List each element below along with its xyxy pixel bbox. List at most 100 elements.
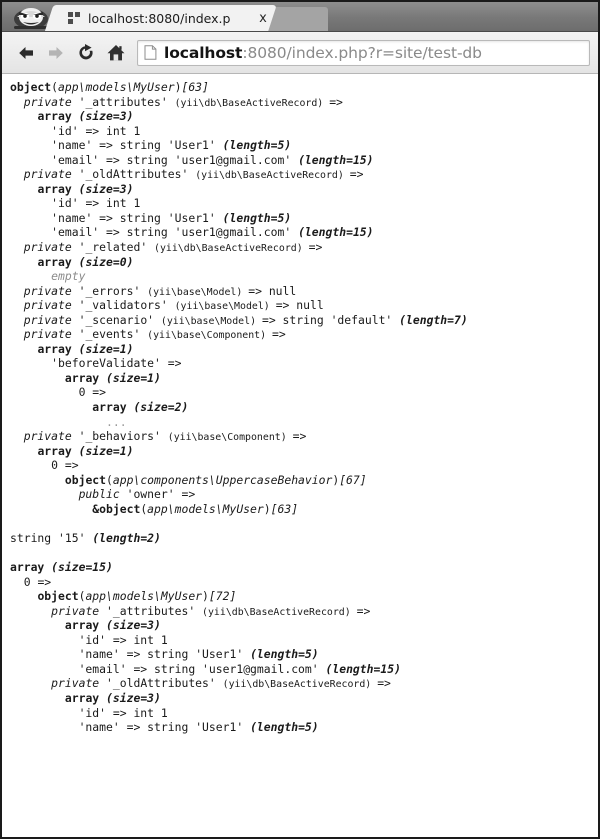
new-tab-button[interactable]: [280, 7, 328, 31]
url-path: :8080/index.php?r=site/test-db: [242, 43, 482, 62]
dump-token: private: [23, 429, 79, 444]
dump-token: string: [154, 661, 203, 676]
dump-token: =>: [85, 123, 107, 138]
dump-line: array (size=3): [10, 618, 598, 633]
dump-token: (length=5): [222, 138, 292, 153]
dump-token: private: [51, 603, 107, 618]
address-bar[interactable]: localhost:8080/index.php?r=site/test-db: [137, 39, 590, 66]
dump-token: array: [64, 690, 107, 705]
dump-token: 1: [133, 196, 141, 211]
dump-token: array: [64, 370, 107, 385]
dump-token: 'email': [51, 152, 107, 167]
dump-token: '_oldAttributes': [78, 167, 196, 182]
dump-token: 'User1': [195, 720, 251, 735]
dump-token: (length=2): [92, 530, 161, 545]
page-document-icon: [144, 45, 157, 60]
dump-line: private '_attributes' (yii\db\BaseActive…: [10, 604, 598, 619]
dump-token: 'user1@gmail.com': [174, 152, 299, 167]
dump-token: int: [133, 705, 161, 720]
dump-line: &object(app\models\MyUser)[63]: [10, 502, 598, 517]
dump-token: 0: [23, 574, 38, 589]
dump-blank-line: [10, 546, 598, 561]
tab-close-icon[interactable]: x: [256, 12, 270, 26]
dump-token: ...: [106, 414, 127, 429]
home-button[interactable]: [101, 38, 131, 68]
dump-token: (yii\db\BaseActiveRecord): [222, 679, 378, 691]
dump-token: app\models\MyUser: [147, 501, 264, 516]
dump-line: ...: [10, 415, 598, 430]
dump-token: private: [23, 298, 79, 313]
dump-token: (yii\base\Model): [147, 286, 249, 298]
dump-line: empty: [10, 269, 598, 284]
dump-token: '_scenario': [78, 312, 161, 327]
dump-token: (yii\base\Component): [167, 432, 293, 444]
dump-token: (length=5): [250, 720, 319, 735]
dump-line: array (size=0): [10, 255, 598, 270]
dump-token: private: [23, 327, 79, 342]
dump-token: private: [23, 240, 79, 255]
dump-token: [67]: [339, 472, 367, 487]
dump-line: object(app\models\MyUser)[63]: [10, 80, 598, 95]
dump-token: array: [92, 400, 134, 415]
page-viewport[interactable]: object(app\models\MyUser)[63] private '_…: [2, 74, 598, 837]
dump-token: private: [23, 283, 79, 298]
browser-window: localhost:8080/index.p x localhost:8080/…: [0, 0, 600, 839]
dump-line: 'id' => int 1: [10, 124, 598, 139]
dump-token: =>: [99, 210, 120, 225]
dump-line: 'name' => string 'User1' (length=5): [10, 211, 598, 226]
dump-token: 0: [51, 458, 65, 473]
dump-token: null: [268, 283, 297, 298]
dump-token: 'User1': [167, 210, 223, 225]
forward-button[interactable]: [41, 38, 71, 68]
dump-token: private: [23, 312, 79, 327]
dump-token: =>: [349, 167, 364, 182]
dump-token: (: [106, 472, 113, 487]
dump-token: null: [296, 298, 324, 313]
dump-token: (length=5): [250, 647, 319, 662]
dump-line: private '_related' (yii\db\BaseActiveRec…: [10, 240, 598, 255]
dump-token: array: [37, 109, 79, 124]
dump-token: [63]: [181, 80, 209, 94]
dump-line: 'id' => int 1: [10, 196, 598, 211]
browser-tab-active[interactable]: localhost:8080/index.p x: [58, 5, 276, 31]
dump-token: string: [119, 138, 168, 153]
dump-token: string: [10, 530, 59, 545]
dump-line: 'email' => string 'user1@gmail.com' (len…: [10, 153, 598, 168]
dump-token: =>: [275, 298, 297, 313]
dump-token: int: [106, 123, 134, 138]
dump-line: array (size=1): [10, 371, 598, 386]
reload-button[interactable]: [71, 38, 101, 68]
dump-token: (yii\base\Model): [174, 301, 276, 313]
dump-token: ): [202, 589, 209, 604]
dump-token: =>: [106, 152, 127, 167]
dump-token: app\components\UppercaseBehavior: [112, 472, 333, 487]
dump-token: '_attributes': [78, 94, 175, 109]
dump-token: app\models\MyUser: [58, 80, 175, 94]
tab-strip: localhost:8080/index.p x: [2, 2, 598, 32]
dump-token: =>: [126, 720, 148, 735]
dump-line: array (size=1): [10, 444, 598, 459]
dump-token: array: [37, 181, 79, 196]
dump-token: (size=1): [106, 370, 161, 385]
dump-token: 'name': [51, 210, 100, 225]
dump-token: =>: [377, 676, 391, 691]
dump-line: private '_attributes' (yii\db\BaseActive…: [10, 95, 598, 110]
dump-token: =>: [329, 94, 343, 109]
dump-token: array: [10, 560, 52, 575]
dump-line: private '_oldAttributes' (yii\db\BaseAct…: [10, 676, 598, 691]
dump-token: 'id': [78, 632, 113, 647]
dump-token: '_events': [78, 327, 148, 342]
dump-token: (length=15): [298, 225, 374, 240]
dump-token: 'name': [78, 647, 127, 662]
dump-token: =>: [99, 138, 120, 153]
back-button[interactable]: [11, 38, 41, 68]
dump-token: 'name': [51, 138, 100, 153]
dump-blank-line: [10, 516, 598, 531]
dump-token: public: [78, 487, 127, 502]
dump-line: 0 =>: [10, 458, 598, 473]
dump-line: object(app\components\UppercaseBehavior)…: [10, 473, 598, 488]
dump-line: array (size=2): [10, 400, 598, 415]
dump-token: '_related': [78, 240, 155, 255]
dump-token: 'id': [51, 196, 86, 211]
dump-token: (yii\base\Model): [160, 315, 262, 327]
